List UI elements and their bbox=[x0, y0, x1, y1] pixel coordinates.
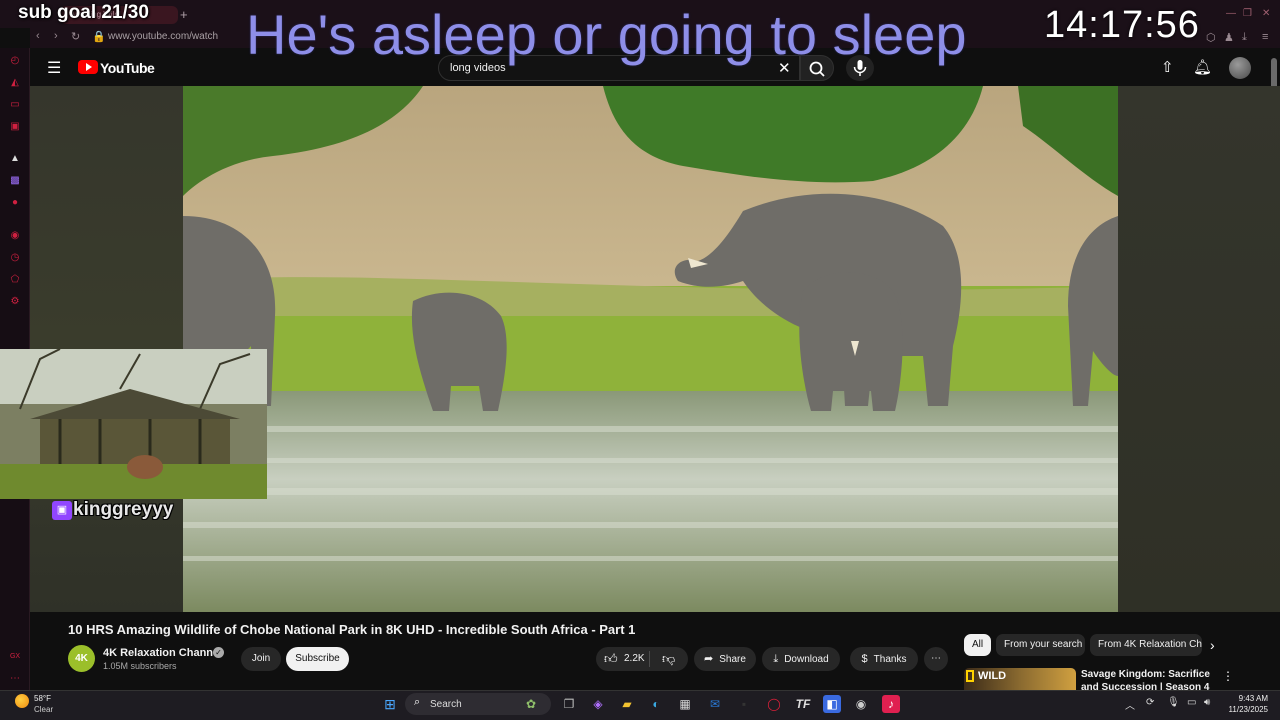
subscribe-button[interactable]: Subscribe bbox=[286, 647, 349, 671]
minimize-icon[interactable]: — bbox=[1226, 8, 1236, 19]
sidebar-player-icon[interactable]: ◉ bbox=[9, 230, 21, 242]
opera-gx-icon[interactable]: ◯ bbox=[765, 695, 783, 713]
subscriber-count: 1.05M subscribers bbox=[103, 661, 177, 671]
tray-mic-icon[interactable]: 🎙︎ bbox=[1167, 697, 1180, 708]
download-label: Download bbox=[784, 654, 829, 665]
account-icon[interactable]: ♟ bbox=[1224, 31, 1234, 44]
tray-sync-icon[interactable]: ⟳ bbox=[1146, 697, 1154, 708]
sidebar-bag-icon[interactable]: ◭ bbox=[9, 77, 21, 89]
sidebar-history-icon[interactable]: ◴ bbox=[9, 55, 21, 67]
sidebar-vk-icon[interactable]: ● bbox=[9, 197, 21, 209]
notifications-bell-icon[interactable]: 🔔︎ bbox=[1193, 58, 1212, 76]
thumbnail-text: WILD bbox=[978, 670, 1007, 682]
downloads-icon[interactable]: ⤓ bbox=[1242, 31, 1247, 44]
app-icon[interactable]: ▪ bbox=[735, 695, 753, 713]
weather-icon[interactable] bbox=[15, 694, 29, 708]
player-blur-right bbox=[1118, 86, 1280, 612]
menu-icon[interactable]: ≡ bbox=[1262, 31, 1268, 43]
reload-icon[interactable]: ↻ bbox=[71, 30, 80, 43]
new-tab-icon[interactable]: + bbox=[180, 7, 188, 22]
download-button[interactable]: ⤓ Download bbox=[762, 647, 840, 671]
video-title: 10 HRS Amazing Wildlife of Chobe Nationa… bbox=[68, 622, 636, 637]
status-message-overlay: He's asleep or going to sleep bbox=[246, 3, 967, 66]
natgeo-frame-icon bbox=[966, 670, 974, 682]
back-icon[interactable]: ‹ bbox=[36, 30, 40, 42]
dislike-icon[interactable]: 👎︎ bbox=[662, 651, 675, 667]
like-count[interactable]: 2.2K bbox=[624, 653, 645, 664]
chip-scroll-right-icon[interactable]: › bbox=[1210, 637, 1215, 653]
video-scene-image bbox=[183, 86, 1118, 612]
weather-condition[interactable]: Clear bbox=[34, 705, 53, 714]
tray-display-icon[interactable]: ▭ bbox=[1187, 697, 1196, 708]
like-divider bbox=[649, 651, 650, 667]
sidebar-aria-icon[interactable]: ▲ bbox=[9, 153, 21, 165]
outlook-icon[interactable]: ✉ bbox=[706, 695, 724, 713]
sidebar-box-icon[interactable]: ⬠ bbox=[9, 274, 21, 286]
obs-icon[interactable]: ◉ bbox=[852, 695, 870, 713]
chip-from-your-search[interactable]: From your search bbox=[996, 634, 1085, 656]
channel-name[interactable]: 4K Relaxation Channel bbox=[103, 647, 222, 659]
sidebar-twitch-icon[interactable]: ▩ bbox=[9, 175, 21, 187]
sidebar-more-icon[interactable]: ⋯ bbox=[9, 673, 21, 685]
taskbar-date[interactable]: 11/23/2025 bbox=[1220, 705, 1268, 714]
taskbar-search-highlight-icon[interactable]: ✿ bbox=[522, 695, 540, 713]
store-icon[interactable]: ▦ bbox=[676, 695, 694, 713]
join-button[interactable]: Join bbox=[241, 647, 281, 671]
hamburger-menu-icon[interactable]: ☰ bbox=[47, 58, 61, 78]
channel-avatar[interactable]: 4K bbox=[68, 645, 95, 672]
share-button[interactable]: ➦ Share bbox=[694, 647, 756, 671]
sidebar-gx-icon[interactable]: GX bbox=[9, 651, 21, 663]
copilot-icon[interactable]: ◈ bbox=[589, 695, 607, 713]
user-avatar[interactable] bbox=[1229, 57, 1251, 79]
taskbar-search-label[interactable]: Search bbox=[430, 699, 462, 710]
tiktok-icon[interactable]: ♪ bbox=[882, 695, 900, 713]
recommendation-title[interactable]: Savage Kingdom: Sacrifice and Succession… bbox=[1081, 668, 1216, 692]
download-icon: ⤓ bbox=[773, 653, 779, 665]
youtube-logo-text[interactable]: YouTube bbox=[100, 60, 155, 76]
maximize-icon[interactable]: ❐ bbox=[1243, 8, 1252, 19]
chip-all[interactable]: All bbox=[964, 634, 992, 656]
forward-icon[interactable]: › bbox=[54, 30, 58, 42]
extensions-icon[interactable]: ⬡ bbox=[1206, 31, 1216, 44]
chip-from-channel[interactable]: From 4K Relaxation Cha bbox=[1090, 634, 1202, 656]
thanks-icon: $ bbox=[861, 653, 868, 665]
taskbar bbox=[0, 690, 1280, 720]
more-horizontal-icon: ⋯ bbox=[931, 653, 941, 664]
sidebar-clock-icon[interactable]: ◷ bbox=[9, 252, 21, 264]
weather-temperature[interactable]: 58°F bbox=[34, 694, 51, 703]
webcam-overlay bbox=[0, 349, 267, 499]
share-icon: ➦ bbox=[704, 653, 714, 665]
sub-goal-overlay: sub goal 21/30 bbox=[18, 2, 149, 23]
more-actions-button[interactable]: ⋯ bbox=[924, 647, 948, 671]
app-blue-icon[interactable]: ◧ bbox=[823, 695, 841, 713]
thanks-button[interactable]: $ Thanks bbox=[850, 647, 918, 671]
sidebar-chat-icon[interactable]: ▭ bbox=[9, 99, 21, 111]
share-label: Share bbox=[719, 654, 746, 665]
app-tf-icon[interactable]: TF bbox=[794, 695, 812, 713]
twitch-icon: ▣ bbox=[52, 501, 72, 520]
start-windows-icon[interactable]: ⊞ bbox=[381, 695, 399, 713]
tray-overflow-icon[interactable]: ︿ bbox=[1125, 697, 1135, 712]
verified-check-icon: ✓ bbox=[213, 647, 224, 658]
twitch-handle: kinggreyyy bbox=[73, 499, 174, 520]
like-icon[interactable]: 👍︎ bbox=[604, 651, 618, 667]
youtube-logo-icon[interactable] bbox=[78, 60, 98, 74]
lock-icon: 🔒 bbox=[92, 31, 106, 43]
close-window-icon[interactable]: ✕ bbox=[1262, 8, 1270, 19]
file-explorer-icon[interactable]: ▰ bbox=[618, 695, 636, 713]
webcam-scene-image bbox=[0, 349, 267, 499]
sidebar-settings-icon[interactable]: ⚙ bbox=[9, 296, 21, 308]
recommendation-menu-icon[interactable]: ⋮ bbox=[1222, 669, 1234, 683]
taskbar-search-icon: ⌕ bbox=[414, 696, 421, 708]
url-text[interactable]: www.youtube.com/watch bbox=[108, 31, 218, 42]
upload-icon[interactable]: ⇧ bbox=[1161, 58, 1174, 76]
video-frame[interactable] bbox=[183, 86, 1118, 612]
sidebar-news-icon[interactable]: ▣ bbox=[9, 121, 21, 133]
clock-overlay: 14:17:56 bbox=[1044, 4, 1200, 46]
taskbar-time[interactable]: 9:43 AM bbox=[1226, 694, 1268, 703]
tray-volume-icon[interactable]: 🔊︎ bbox=[1204, 697, 1210, 708]
edge-icon[interactable]: ◐ bbox=[647, 695, 665, 713]
thanks-label: Thanks bbox=[873, 654, 907, 665]
task-view-icon[interactable]: ❐ bbox=[560, 695, 578, 713]
